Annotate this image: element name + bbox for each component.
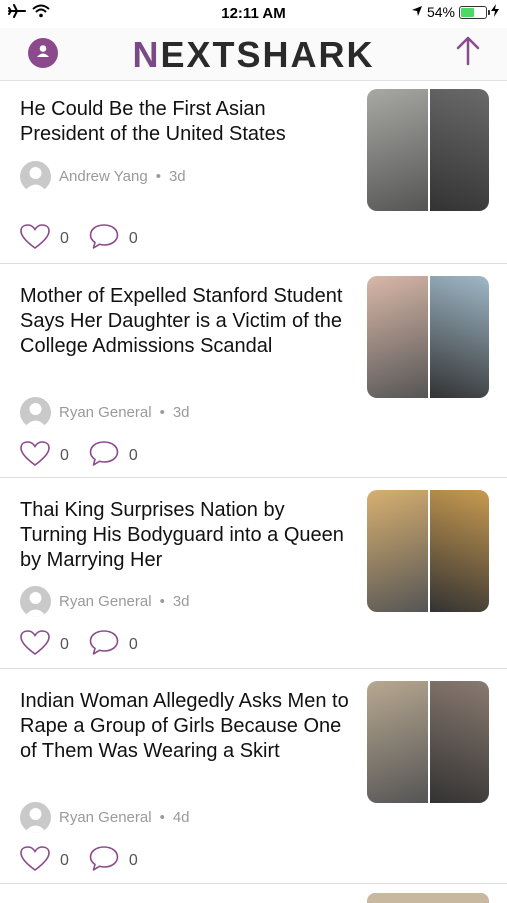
logo-text: EXTSHARK <box>160 34 375 75</box>
status-bar: 12:11 AM 54% <box>0 0 507 28</box>
thumbnail-left <box>367 276 428 398</box>
thumbnail-right <box>428 89 489 211</box>
author-avatar <box>20 161 51 192</box>
heart-icon[interactable] <box>20 223 50 255</box>
article-title[interactable]: Thai King Surprises Nation by Turning Hi… <box>20 498 350 573</box>
comment-icon[interactable] <box>89 440 119 472</box>
article-thumbnail[interactable] <box>367 490 489 612</box>
article-meta: Andrew Yang • 3d <box>20 161 186 192</box>
thumbnail-left <box>367 681 428 803</box>
article-actions: 0 0 <box>20 845 158 877</box>
article-title[interactable]: Mother of Expelled Stanford Student Says… <box>20 284 350 359</box>
author-avatar <box>20 397 51 428</box>
comment-count: 0 <box>128 636 138 653</box>
author-name[interactable]: Ryan General <box>59 404 152 421</box>
article-meta: Ryan General • 4d <box>20 802 190 833</box>
charging-icon <box>491 4 499 20</box>
comment-icon[interactable] <box>89 629 119 661</box>
comment-count: 0 <box>128 852 138 869</box>
article-thumbnail[interactable] <box>367 681 489 803</box>
article-card[interactable]: Indian Woman Allegedly Asks Men to Rape … <box>0 669 507 884</box>
battery-percent: 54% <box>426 4 455 20</box>
article-meta: Ryan General • 3d <box>20 586 190 617</box>
battery-icon <box>459 5 490 19</box>
comment-icon[interactable] <box>89 845 119 877</box>
like-count: 0 <box>60 636 69 653</box>
meta-separator: • <box>159 593 165 610</box>
like-count: 0 <box>60 230 69 247</box>
article-thumbnail[interactable] <box>367 89 489 211</box>
article-card[interactable]: He Could Be the First Asian President of… <box>0 81 507 264</box>
comment-count: 0 <box>128 447 138 464</box>
article-title[interactable]: Indian Woman Allegedly Asks Men to Rape … <box>20 689 350 764</box>
scroll-to-top-button[interactable] <box>451 36 485 70</box>
like-count: 0 <box>60 852 69 869</box>
author-name[interactable]: Andrew Yang <box>59 168 148 185</box>
logo-initial: N <box>132 34 161 75</box>
article-meta: Ryan General • 3d <box>20 397 190 428</box>
location-icon <box>411 4 423 20</box>
comment-count: 0 <box>128 230 138 247</box>
author-name[interactable]: Ryan General <box>59 809 152 826</box>
article-age: 3d <box>172 404 190 421</box>
heart-icon[interactable] <box>20 629 50 661</box>
article-actions: 0 0 <box>20 629 158 661</box>
article-actions: 0 0 <box>20 440 158 472</box>
like-count: 0 <box>60 447 69 464</box>
article-title[interactable]: He Could Be the First Asian President of… <box>20 97 350 147</box>
arrow-up-icon <box>455 36 481 71</box>
app-header: NEXTSHARK <box>0 28 507 81</box>
thumbnail-left <box>367 490 428 612</box>
thumbnail-left <box>367 89 428 211</box>
nextshark-logo: NEXTSHARK <box>0 34 507 76</box>
thumbnail-right <box>428 681 489 803</box>
next-article-thumbnail-peek[interactable] <box>367 893 489 903</box>
author-name[interactable]: Ryan General <box>59 593 152 610</box>
author-avatar <box>20 586 51 617</box>
author-avatar <box>20 802 51 833</box>
article-thumbnail[interactable] <box>367 276 489 398</box>
thumbnail-right <box>428 276 489 398</box>
meta-separator: • <box>159 809 165 826</box>
article-feed: He Could Be the First Asian President of… <box>0 81 507 884</box>
heart-icon[interactable] <box>20 440 50 472</box>
meta-separator: • <box>159 404 165 421</box>
article-actions: 0 0 <box>20 223 158 255</box>
article-age: 4d <box>172 809 190 826</box>
thumbnail-right <box>428 490 489 612</box>
article-card[interactable]: Thai King Surprises Nation by Turning Hi… <box>0 478 507 669</box>
comment-icon[interactable] <box>89 223 119 255</box>
article-age: 3d <box>168 168 186 185</box>
article-age: 3d <box>172 593 190 610</box>
article-card[interactable]: Mother of Expelled Stanford Student Says… <box>0 264 507 478</box>
heart-icon[interactable] <box>20 845 50 877</box>
meta-separator: • <box>155 168 161 185</box>
